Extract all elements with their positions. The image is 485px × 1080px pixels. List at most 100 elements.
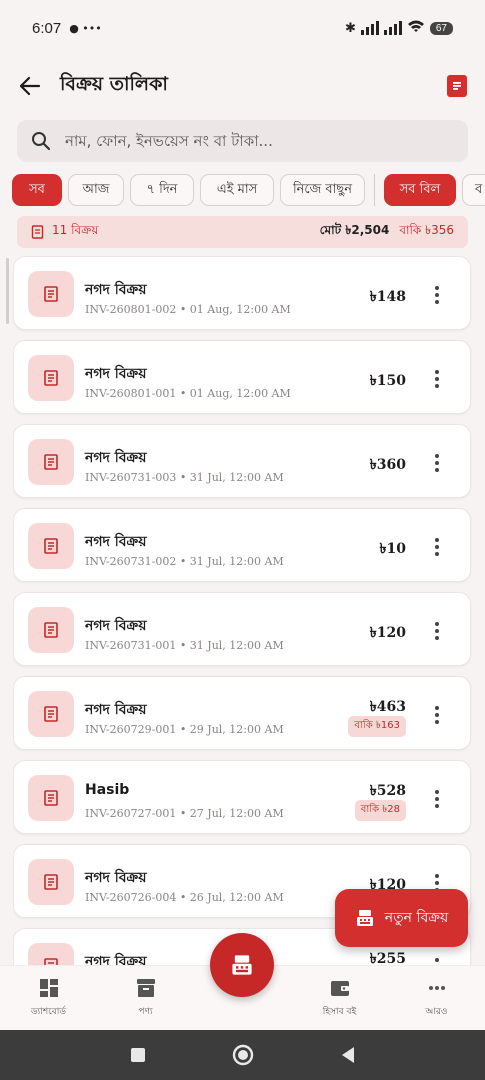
- more-vert-icon[interactable]: [434, 286, 440, 304]
- sale-customer: নগদ বিক্রয়: [85, 534, 147, 550]
- summary-total: মোট ৳2,504: [319, 223, 390, 237]
- sale-invoice: INV-260731-002 • 31 Jul, 12:00 AM: [85, 555, 284, 568]
- signal-icon: [360, 21, 379, 35]
- nav-dashboard-label: ড্যাশবোর্ড: [30, 1006, 67, 1017]
- receipt-icon: [31, 225, 44, 239]
- more-vert-icon[interactable]: [434, 790, 440, 808]
- invoice-icon: [28, 691, 74, 737]
- sale-customer: নগদ বিক্রয়: [85, 366, 147, 382]
- bluetooth-icon: ✱: [344, 20, 356, 36]
- status-bar: 6:07 ● ••• ✱ 67: [0, 0, 485, 56]
- sale-invoice: INV-260801-002 • 01 Aug, 12:00 AM: [85, 303, 291, 316]
- summary-totals: মোট ৳2,504 বাকি ৳356: [320, 222, 454, 242]
- nav-ledger[interactable]: হিসাব বই: [291, 966, 388, 1030]
- more-horiz-icon: [428, 985, 445, 990]
- dashboard-icon: [39, 978, 58, 997]
- pos-fab[interactable]: [210, 933, 274, 997]
- archive-icon: [136, 978, 155, 997]
- sale-invoice: INV-260729-001 • 29 Jul, 12:00 AM: [85, 723, 284, 736]
- chip-all-bills[interactable]: সব বিল: [384, 174, 456, 206]
- app-bar: বিক্রয় তালিকা: [0, 62, 485, 110]
- summary-count: 11 বিক্রয়: [52, 223, 99, 237]
- document-icon: [453, 82, 461, 90]
- back-nav-icon[interactable]: [340, 1046, 356, 1064]
- back-button[interactable]: [18, 74, 42, 98]
- system-navigation-bar: [0, 1030, 485, 1080]
- invoice-icon: [28, 859, 74, 905]
- sales-list: নগদ বিক্রয় INV-260801-002 • 01 Aug, 12:…: [13, 256, 472, 965]
- sale-card[interactable]: নগদ বিক্রয় INV-260731-001 • 31 Jul, 12:…: [13, 592, 471, 666]
- more-vert-icon[interactable]: [434, 538, 440, 556]
- status-time: 6:07: [32, 19, 62, 37]
- more-vert-icon[interactable]: [434, 706, 440, 724]
- home-icon[interactable]: [232, 1044, 254, 1066]
- invoice-icon: [28, 943, 74, 965]
- sale-card[interactable]: নগদ বিক্রয় INV-260731-002 • 31 Jul, 12:…: [13, 508, 471, 582]
- pdf-export-button[interactable]: [447, 75, 467, 97]
- sale-amount: ৳150: [369, 373, 406, 389]
- nav-ledger-label: হিসাব বই: [322, 1006, 357, 1017]
- new-sale-fab[interactable]: নতুন বিক্রয়: [335, 889, 468, 947]
- chip-this-month[interactable]: এই মাস: [200, 174, 274, 206]
- invoice-icon: [28, 523, 74, 569]
- invoice-icon: [28, 607, 74, 653]
- page-title: বিক্রয় তালিকা: [60, 73, 168, 95]
- filter-chips: সব আজ ৭ দিন এই মাস নিজে বাছুন সব বিল ব: [12, 174, 485, 208]
- notification-icons: ● •••: [69, 21, 102, 35]
- sale-customer: নগদ বিক্রয়: [85, 282, 147, 298]
- sale-invoice: INV-260801-001 • 01 Aug, 12:00 AM: [85, 387, 291, 400]
- more-vert-icon[interactable]: [434, 370, 440, 388]
- sale-card[interactable]: নগদ বিক্রয় INV-260729-001 • 29 Jul, 12:…: [13, 676, 471, 750]
- scroll-indicator[interactable]: [6, 258, 9, 324]
- signal-icon-2: [383, 21, 402, 35]
- chip-divider: [374, 174, 375, 206]
- sale-amount: ৳148: [369, 289, 406, 305]
- invoice-icon: [28, 439, 74, 485]
- sale-amount: ৳360: [369, 457, 406, 473]
- sale-card[interactable]: নগদ বিক্রয় INV-260731-003 • 31 Jul, 12:…: [13, 424, 471, 498]
- search-bar: [17, 120, 468, 162]
- sale-customer: নগদ বিক্রয়: [85, 618, 147, 634]
- sale-amount: ৳120: [369, 625, 406, 641]
- nav-products[interactable]: পণ্য: [97, 966, 194, 1030]
- sale-amount: ৳255: [369, 951, 406, 965]
- summary-count-group: 11 বিক্রয়: [31, 222, 98, 242]
- invoice-icon: [28, 775, 74, 821]
- chip-custom[interactable]: নিজে বাছুন: [280, 174, 365, 206]
- cash-register-icon: [232, 955, 252, 975]
- recents-icon[interactable]: [130, 1047, 146, 1063]
- search-icon: [32, 132, 51, 151]
- sale-card[interactable]: Hasib INV-260727-001 • 27 Jul, 12:00 AM …: [13, 760, 471, 834]
- nav-more[interactable]: আরও: [388, 966, 485, 1030]
- sale-card[interactable]: নগদ বিক্রয় INV-260801-001 • 01 Aug, 12:…: [13, 340, 471, 414]
- more-vert-icon[interactable]: [434, 454, 440, 472]
- invoice-icon: [28, 271, 74, 317]
- sale-invoice: INV-260731-001 • 31 Jul, 12:00 AM: [85, 639, 284, 652]
- sale-amount: ৳10: [379, 541, 406, 557]
- sale-invoice: INV-260727-001 • 27 Jul, 12:00 AM: [85, 807, 284, 820]
- more-vert-icon[interactable]: [434, 958, 440, 965]
- sale-customer: নগদ বিক্রয়: [85, 870, 147, 886]
- sales-summary: 11 বিক্রয় মোট ৳2,504 বাকি ৳356: [17, 216, 468, 248]
- nav-dashboard[interactable]: ড্যাশবোর্ড: [0, 966, 97, 1030]
- chip-all[interactable]: সব: [12, 174, 62, 206]
- chip-7-days[interactable]: ৭ দিন: [130, 174, 194, 206]
- search-input[interactable]: [65, 132, 454, 150]
- status-icons: ✱ 67: [345, 19, 453, 37]
- arrow-left-icon: [19, 76, 41, 96]
- more-vert-icon[interactable]: [434, 622, 440, 640]
- sale-customer: নগদ বিক্রয়: [85, 954, 147, 965]
- chip-type-next[interactable]: ব: [462, 174, 485, 206]
- sale-customer: নগদ বিক্রয়: [85, 450, 147, 466]
- nav-products-label: পণ্য: [138, 1006, 153, 1017]
- due-badge: বাকি ৳28: [354, 800, 406, 821]
- chip-today[interactable]: আজ: [68, 174, 124, 206]
- invoice-icon: [28, 355, 74, 401]
- nav-more-label: আরও: [425, 1006, 448, 1017]
- sale-customer: নগদ বিক্রয়: [85, 702, 147, 718]
- sale-card[interactable]: নগদ বিক্রয় INV-260801-002 • 01 Aug, 12:…: [13, 256, 471, 330]
- new-sale-label: নতুন বিক্রয়: [384, 910, 449, 926]
- sale-invoice: INV-260731-003 • 31 Jul, 12:00 AM: [85, 471, 284, 484]
- cash-register-icon: [356, 910, 373, 926]
- sale-customer: Hasib: [85, 782, 130, 798]
